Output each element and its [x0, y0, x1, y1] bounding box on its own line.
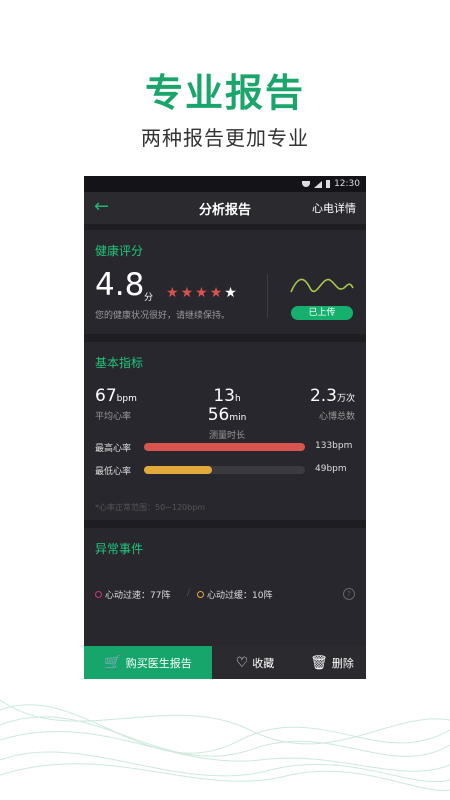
ecg-wave-icon [290, 278, 354, 293]
bar-value: 133bpm [315, 441, 353, 451]
min-heart-rate-bar [144, 466, 212, 474]
delete-label: 删除 [331, 656, 354, 670]
health-score-card: 健康评分 4.8 分 ★ ★ ★ ★ ★ 您的健康状况很好，请继续保持。 已上传 [84, 230, 366, 334]
cart-icon: 🛒 [104, 654, 122, 671]
phone-screen: 12:30 ← 分析报告 心电详情 健康评分 4.8 分 ★ ★ ★ ★ ★ 您… [84, 176, 366, 679]
star-icon: ★ [180, 285, 194, 301]
health-note: 您的健康状况很好，请继续保持。 [95, 311, 231, 321]
metric-label: 平均心率 [95, 412, 132, 422]
max-heart-rate-bar [144, 443, 305, 451]
metric-label: 心博总数 [318, 412, 355, 422]
battery-icon [326, 180, 331, 188]
tachycardia-event: 心动过速：77阵 [95, 588, 170, 601]
metric-value: 56 [207, 405, 230, 425]
health-score: 4.8 [95, 267, 145, 303]
signal-icon [314, 180, 323, 188]
decorative-waves [0, 699, 450, 791]
buy-label: 购买医生报告 [125, 656, 192, 670]
star-icon: ★ [209, 285, 223, 301]
metrics-row: 67bpm 平均心率 13h 56min 测量时长 2.3万次 心博总数 [84, 386, 366, 441]
metric-value: 67 [95, 386, 117, 406]
metric-unit: h [234, 394, 241, 404]
max-heart-rate-row: 最高心率 133bpm [95, 440, 355, 454]
min-heart-rate-row: 最低心率 49bpm [95, 463, 355, 477]
bradycardia-text: 心动过缓：10阵 [207, 591, 273, 601]
events-row: 心动过速：77阵 / 心动过缓：10阵 ? [95, 588, 355, 602]
bradycardia-event: 心动过缓：10阵 [197, 588, 272, 601]
status-time: 12:30 [334, 179, 360, 189]
measure-duration: 13h 56min 测量时长 [192, 386, 262, 441]
circle-icon [197, 591, 204, 598]
favorite-label: 收藏 [252, 656, 275, 670]
metric-unit: bpm [116, 394, 137, 404]
bar-track [144, 443, 305, 451]
abnormal-events-card: 异常事件 心动过速：77阵 / 心动过缓：10阵 ? [84, 528, 366, 648]
basic-section-title: 基本指标 [95, 356, 144, 370]
normal-range-note: *心率正常范围：50~120bpm [95, 503, 206, 512]
star-rating: ★ ★ ★ ★ ★ [166, 285, 237, 301]
bar-track [144, 466, 305, 474]
bar-label: 最低心率 [95, 467, 132, 477]
promo-subtitle: 两种报告更加专业 [141, 126, 309, 150]
uploaded-badge: 已上传 [291, 306, 353, 320]
trash-icon: 🗑 [310, 654, 328, 671]
star-icon: ★ [224, 285, 237, 301]
promo-title: 专业报告 [144, 71, 305, 115]
avg-heart-rate: 67bpm 平均心率 [95, 386, 137, 422]
separator: / [187, 588, 191, 598]
total-beats: 2.3万次 心博总数 [310, 386, 355, 422]
app-bar: ← 分析报告 心电详情 [84, 192, 366, 224]
status-bar: 12:30 [84, 176, 366, 192]
score-unit: 分 [144, 293, 154, 303]
metric-unit: 万次 [336, 394, 355, 404]
metric-value: 2.3 [309, 386, 337, 406]
bar-value: 49bpm [315, 464, 347, 474]
star-icon: ★ [166, 285, 179, 301]
help-icon[interactable]: ? [343, 588, 355, 600]
heart-icon: ♡ [235, 654, 249, 671]
tachycardia-text: 心动过速：77阵 [105, 591, 171, 601]
circle-icon [95, 591, 102, 598]
health-section-title: 健康评分 [95, 244, 144, 258]
metric-value: 13 [213, 386, 235, 406]
metric-unit: min [229, 413, 247, 423]
star-icon: ★ [195, 285, 208, 301]
bar-label: 最高心率 [95, 444, 132, 454]
divider [267, 274, 268, 318]
ecg-detail-link[interactable]: 心电详情 [312, 200, 356, 216]
basic-metrics-card: 基本指标 67bpm 平均心率 13h 56min 测量时长 2.3万次 心博总… [84, 342, 366, 520]
wifi-icon [302, 181, 311, 187]
abnormal-section-title: 异常事件 [95, 542, 144, 556]
